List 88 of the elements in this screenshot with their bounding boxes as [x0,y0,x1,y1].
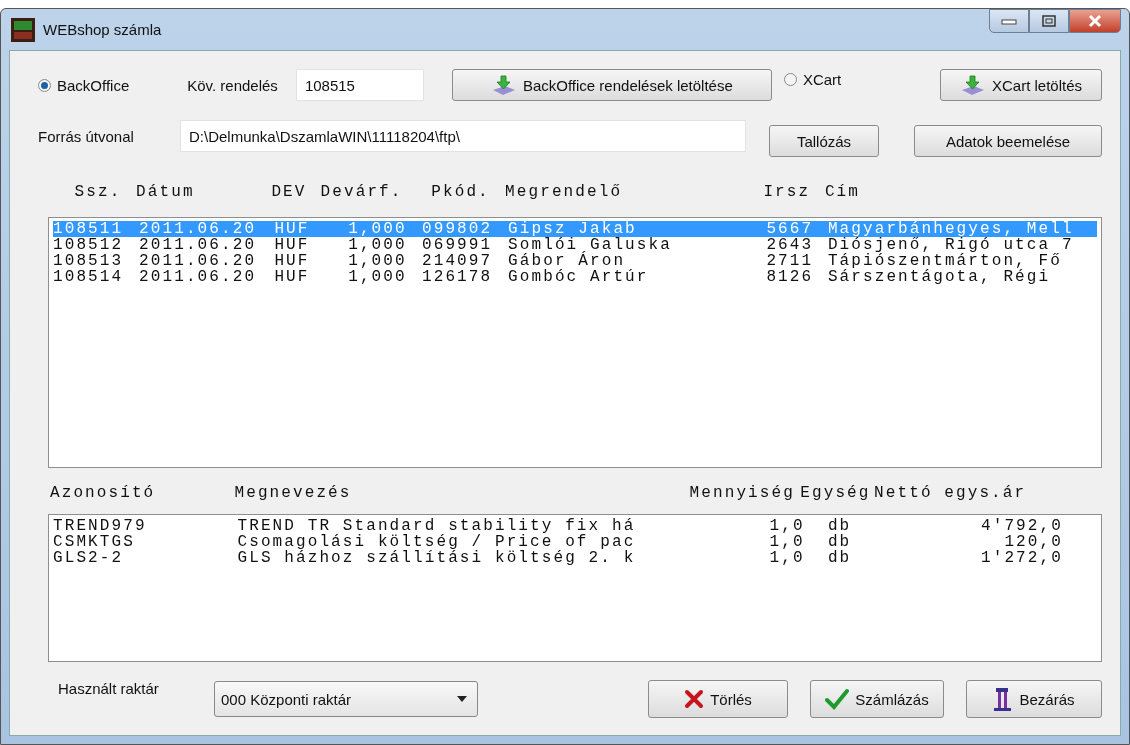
app-icon [11,17,35,42]
orders-list[interactable] [48,217,1102,468]
order-row[interactable]: 108514 2011.06.20 HUF 1,000 126178 Gombóc Artúr 8126 Sárszentágota, Régi [53,269,1097,285]
xcart-download-button[interactable]: XCart letöltés [940,69,1102,101]
column-header: Devárf. [320,183,403,201]
table-cell: Tápiószentmárton, Fő [827,253,1062,269]
table-cell: 1,0 [769,534,805,550]
checkmark-icon [825,688,850,710]
table-cell: 2011.06.20 [139,253,257,269]
window-title: WEBshop számla [43,21,163,38]
table-cell: Gábor Áron [508,253,626,269]
table-cell: 1,000 [348,253,407,269]
table-cell: 1,000 [348,237,407,253]
warehouse-label: Használt raktár [58,680,160,697]
table-cell: Magyarbánhegyes, Mell [827,221,1074,237]
table-cell: 2711 [766,253,814,269]
table-cell: TREND979 [53,518,147,534]
table-cell: 1,0 [769,550,805,566]
next-order-field[interactable]: 108515 [295,69,424,101]
table-cell: Diósjenő, Rigó utca 7 [827,237,1074,253]
table-cell: 1,0 [769,518,805,534]
table-cell: Sárszentágota, Régi [827,269,1051,285]
source-path-field[interactable]: D:\Delmunka\DszamlaWIN\11118204\ftp\ [180,120,746,152]
table-cell: CSMKTGS [53,534,135,550]
order-row[interactable]: 108513 2011.06.20 HUF 1,000 214097 Gábor Áron 2711 Tápiószentmárton, Fő [53,253,1097,269]
table-cell: 1,000 [348,221,407,237]
table-cell: 2011.06.20 [139,237,257,253]
table-cell: 069991 [422,237,493,253]
table-cell: 120,0 [1004,534,1063,550]
close-icon [1087,14,1103,28]
table-cell: 126178 [422,269,493,285]
column-header: Nettó egys.ár [874,484,1027,502]
minimize-icon [1001,17,1017,25]
column-header: Azonosító [50,484,156,502]
table-cell: 4'792,0 [981,518,1063,534]
delete-button[interactable]: Törlés [648,680,788,718]
table-cell: HUF [274,237,310,253]
browse-button[interactable]: Tallózás [769,125,879,157]
column-header: Ssz. [74,183,122,201]
table-cell: 2643 [766,237,814,253]
table-cell: 1'272,0 [981,550,1063,566]
minimize-button[interactable] [989,9,1029,33]
table-cell: 108512 [53,237,124,253]
table-cell: HUF [274,269,310,285]
table-cell: db [827,550,852,566]
column-header: Irsz [763,183,811,201]
backoffice-download-button[interactable]: BackOffice rendelések letöltése [451,69,772,101]
close-button[interactable]: Bezárás [966,680,1102,718]
column-header: DEV [271,183,307,201]
table-cell: GLS házhoz szállítási költség 2. k [237,550,636,566]
delete-icon [684,689,705,709]
table-cell: 2011.06.20 [139,221,257,237]
table-cell: Gipsz Jakab [508,221,637,237]
table-cell: HUF [274,253,310,269]
column-header: Cím [824,183,860,201]
table-cell: 108513 [53,253,124,269]
xcart-radio[interactable]: XCart [783,71,842,88]
column-header: Egység [800,484,871,502]
table-cell: 8126 [766,269,814,285]
table-cell: 099802 [422,221,493,237]
table-cell: db [827,518,852,534]
invoice-button[interactable]: Számlázás [810,680,944,718]
table-cell: db [827,534,852,550]
table-cell: 5667 [766,221,814,237]
table-cell: 108514 [53,269,124,285]
column-header: Dátum [136,183,195,201]
table-cell: 108511 [53,221,124,237]
table-cell: TREND TR Standard stability fix há [237,518,636,534]
caret-icon [457,696,467,702]
import-button[interactable]: Adatok beemelése [914,125,1102,157]
table-cell: 214097 [422,253,493,269]
table-cell: HUF [274,221,310,237]
source-path-label: Forrás útvonal [38,127,135,145]
next-order-label: Köv. rendelés [187,76,278,94]
table-cell: Csomagolási költség / Price of pac [237,534,636,550]
table-cell: 2011.06.20 [139,269,257,285]
column-header: Megnevezés [234,484,352,502]
maximize-button[interactable] [1029,9,1069,33]
warehouse-dropdown[interactable]: 000 Központi raktár [214,681,478,717]
column-header: Pkód. [431,183,490,201]
table-cell: Gombóc Artúr [508,269,649,285]
maximize-icon [1041,14,1057,28]
backoffice-radio[interactable]: BackOffice [38,76,130,94]
column-header: Megrendelő [505,183,623,201]
close-button[interactable] [1069,9,1121,33]
table-cell: 1,000 [348,269,407,285]
table-cell: GLS2-2 [53,550,124,566]
column-header: Mennyiség [689,484,795,502]
